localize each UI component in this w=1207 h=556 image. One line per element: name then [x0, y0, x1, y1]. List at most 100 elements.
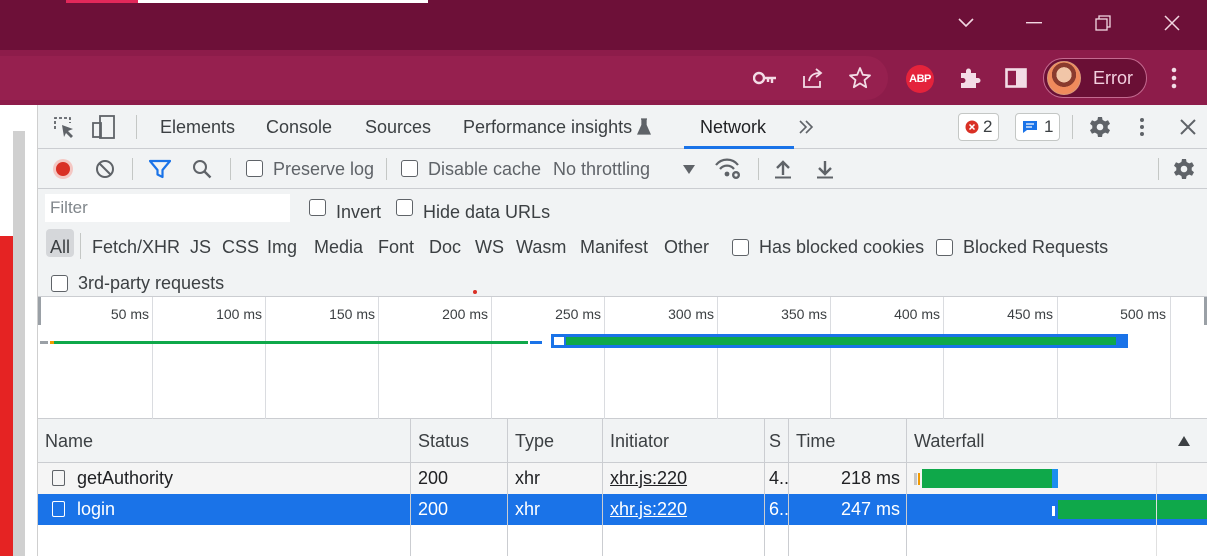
tab-performance-insights[interactable]: Performance insights [463, 105, 632, 149]
type-filter-ws[interactable]: WS [475, 235, 504, 259]
overview-gridline [943, 297, 944, 419]
profile-status-label: Error [1093, 67, 1133, 88]
overview-tick-label: 400 ms [894, 306, 940, 322]
document-icon [52, 501, 65, 517]
type-filter-img[interactable]: Img [267, 235, 297, 259]
adblock-plus-icon[interactable]: ABP [906, 65, 934, 93]
type-filter-js[interactable]: JS [190, 235, 211, 259]
overview-gridline [378, 297, 379, 419]
tab-search-chevron-icon[interactable] [949, 6, 983, 40]
message-count-badge[interactable]: 1 [1015, 113, 1061, 141]
preserve-log-checkbox[interactable] [246, 160, 263, 177]
sort-ascending-icon[interactable] [1176, 434, 1192, 448]
waterfall-gridline [1156, 463, 1157, 556]
type-filter-css[interactable]: CSS [222, 235, 259, 259]
table-row-selected[interactable]: login 200 xhr xhr.js:220 6.. 247 ms [38, 494, 1207, 525]
overview-bar-waiting [566, 337, 1116, 345]
tab-console[interactable]: Console [266, 105, 332, 149]
devtools-tabbar: Elements Console Sources Performance ins… [38, 105, 1207, 149]
toolbar-divider [230, 158, 231, 180]
request-time: 218 ms [840, 468, 900, 488]
more-tabs-chevron-icon[interactable] [794, 115, 818, 139]
type-filter-manifest[interactable]: Manifest [580, 235, 648, 259]
tab-elements[interactable]: Elements [160, 105, 235, 149]
overview-gridline [491, 297, 492, 419]
waterfall-waiting [922, 469, 1052, 488]
document-icon [52, 470, 65, 486]
extensions-puzzle-icon[interactable] [954, 63, 984, 93]
throttling-dropdown-icon[interactable] [681, 161, 697, 177]
waterfall-queue [1052, 506, 1055, 516]
overview-tick-label: 250 ms [555, 306, 601, 322]
type-filter-other[interactable]: Other [664, 235, 709, 259]
type-filter-font[interactable]: Font [378, 235, 414, 259]
waterfall-waiting [1058, 500, 1207, 519]
col-header-time[interactable]: Time [789, 419, 907, 463]
invert-checkbox[interactable] [309, 199, 326, 216]
col-header-type[interactable]: Type [508, 419, 603, 463]
share-icon[interactable] [798, 63, 828, 93]
type-filter-wasm[interactable]: Wasm [516, 235, 566, 259]
inspect-element-icon[interactable] [50, 113, 78, 141]
bookmark-star-icon[interactable] [845, 63, 875, 93]
request-status: 200 [418, 468, 449, 488]
filter-divider [80, 233, 81, 259]
disable-cache-checkbox[interactable] [401, 160, 418, 177]
col-header-waterfall[interactable]: Waterfall [907, 419, 1207, 463]
restore-icon[interactable] [1086, 6, 1120, 40]
throttling-select[interactable]: No throttling [553, 149, 650, 189]
hide-data-urls-checkbox[interactable] [396, 199, 413, 216]
has-blocked-cookies-checkbox[interactable] [732, 239, 749, 256]
settings-gear-icon[interactable] [1086, 113, 1114, 141]
export-har-icon[interactable] [813, 157, 837, 181]
filter-input[interactable]: Filter [45, 194, 290, 222]
type-filter-media[interactable]: Media [314, 235, 363, 259]
minimize-icon[interactable] [1017, 6, 1051, 40]
col-header-size[interactable]: S [765, 419, 789, 463]
network-conditions-icon[interactable] [714, 156, 742, 182]
profile-button[interactable]: Error [1043, 58, 1147, 98]
has-blocked-cookies-label: Has blocked cookies [759, 237, 925, 257]
overview-gridline [265, 297, 266, 419]
request-name-cell: login [38, 494, 411, 525]
col-header-name[interactable]: Name [38, 419, 411, 463]
network-overview[interactable]: 50 ms 100 ms 150 ms 200 ms 250 ms 300 ms… [38, 290, 1207, 419]
close-window-icon[interactable] [1155, 6, 1189, 40]
toolbar-divider [132, 158, 133, 180]
col-header-status[interactable]: Status [411, 419, 508, 463]
avatar [1047, 61, 1081, 95]
record-icon[interactable] [51, 157, 75, 181]
close-devtools-icon[interactable] [1174, 113, 1202, 141]
table-row[interactable]: getAuthority 200 xhr xhr.js:220 4.. 218 … [38, 463, 1207, 494]
overview-gridline [717, 297, 718, 419]
key-icon[interactable] [750, 63, 780, 93]
overview-left-handle[interactable] [38, 297, 41, 325]
browser-menu-icon[interactable] [1160, 64, 1188, 92]
request-name: login [77, 499, 116, 519]
network-settings-gear-icon[interactable] [1170, 155, 1198, 183]
tab-sources[interactable]: Sources [365, 105, 431, 149]
import-har-icon[interactable] [771, 157, 795, 181]
request-initiator-link[interactable]: xhr.js:220 [603, 494, 765, 525]
search-icon[interactable] [190, 157, 214, 181]
type-filter-doc[interactable]: Doc [429, 235, 461, 259]
overview-tick-label: 450 ms [1007, 306, 1053, 322]
third-party-requests-checkbox[interactable] [51, 275, 68, 292]
filter-funnel-icon[interactable] [148, 157, 172, 181]
col-header-initiator[interactable]: Initiator [603, 419, 765, 463]
type-filter-all[interactable]: All [50, 235, 70, 259]
column-divider [764, 463, 765, 556]
side-panel-icon[interactable] [1001, 63, 1031, 93]
clear-icon[interactable] [93, 157, 117, 181]
overview-tick-label: 150 ms [329, 306, 375, 322]
tab-network[interactable]: Network [700, 105, 766, 149]
type-filter-fetch-xhr[interactable]: Fetch/XHR [92, 235, 180, 259]
error-count-badge[interactable]: 2 [958, 113, 1000, 141]
request-initiator-link[interactable]: xhr.js:220 [603, 463, 765, 494]
request-size: 4.. [769, 468, 789, 488]
device-toolbar-icon[interactable] [90, 113, 118, 141]
devtools-menu-icon[interactable] [1130, 113, 1154, 141]
page-scrollbar[interactable] [13, 131, 25, 556]
blocked-requests-checkbox[interactable] [936, 239, 953, 256]
overview-bar-queue [40, 341, 48, 344]
